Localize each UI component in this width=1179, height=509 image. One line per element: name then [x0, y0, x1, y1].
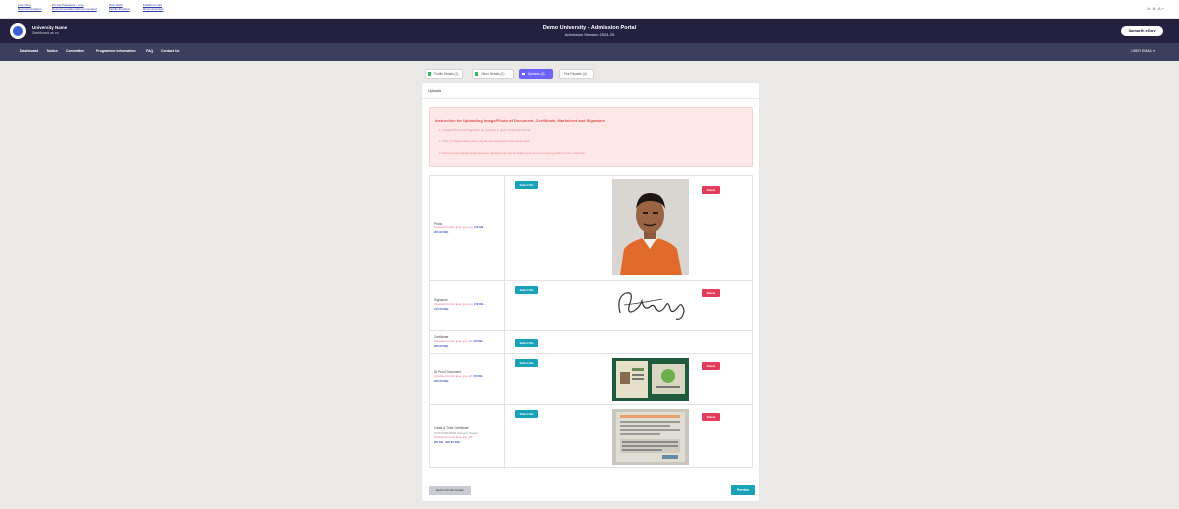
portal-title: Demo University - Admission Portal: [542, 25, 637, 31]
upload-requirement: Accepted format: jpeg, jpg, pdf. (50 KB …: [434, 374, 485, 378]
tab-fee-payable[interactable]: Fee Payable (4): [559, 69, 594, 79]
uploads-card: Uploads Instruction for Uploading Image/…: [421, 82, 760, 502]
portal-header: University Name Dashboard as on Demo Uni…: [0, 19, 1179, 43]
nav-programme-information[interactable]: Programme Information: [96, 49, 136, 53]
preview-button[interactable]: Preview: [731, 485, 755, 495]
uploads-table: Photo Accepted format: jpeg, jpg, png. (…: [429, 175, 753, 469]
check-icon: [475, 72, 478, 76]
tab-uploads[interactable]: Uploads (3): [519, 69, 553, 79]
check-icon: [522, 73, 525, 75]
select-file-button[interactable]: Select File: [515, 339, 538, 347]
upload-requirement: Accepted format: jpeg, jpg, png. (20 KB …: [434, 302, 485, 306]
delete-button[interactable]: Delete: [702, 186, 720, 194]
brand-logo: Samarth eGov: [1121, 26, 1163, 36]
upload-instructions: Instruction for Uploading Image/Photo of…: [429, 107, 753, 167]
delete-button[interactable]: Delete: [702, 413, 720, 421]
delete-button[interactable]: Delete: [702, 289, 720, 297]
font-size-controls[interactable]: A A A+: [1147, 6, 1165, 11]
select-file-button[interactable]: Select File: [515, 359, 538, 367]
upload-row-signature: Signature Accepted format: jpeg, jpg, pn…: [430, 281, 752, 331]
top-link-3[interactable]: Raw Helpl Mobile Enabled: [109, 3, 130, 11]
tab-profile-details[interactable]: Profile Details (1): [425, 69, 463, 79]
upload-row-caste-certificate: Caste & Tribe Certificate SC/ST/OBC/EWS …: [430, 405, 752, 469]
top-link-4[interactable]: Fastforms info Recommended: [143, 3, 163, 11]
top-link-2[interactable]: Set My Password - Live Recommendation Re…: [52, 3, 97, 11]
nav-dashboard[interactable]: Dashboard: [20, 49, 38, 53]
upload-requirement: Accepted format: jpeg, jpg, pdf.: [434, 435, 473, 439]
tab-other-details[interactable]: Other Details (2): [472, 69, 514, 79]
top-utility-bar: Live Chat Recommendation Set My Password…: [0, 0, 1179, 19]
select-file-button[interactable]: Select File: [515, 286, 538, 294]
photo-preview: [612, 179, 689, 275]
upload-requirement: Accepted format: jpeg, jpg, png. (50 KB …: [434, 225, 485, 229]
back-to-profile-button[interactable]: Back to Profile Details: [429, 486, 471, 495]
upload-label: Caste & Tribe Certificate: [434, 426, 469, 430]
instruction-item: 1. Upload Photo and Signature as require…: [439, 128, 532, 132]
caste-certificate-preview: [612, 409, 689, 465]
upload-row-id-proof: ID Proof Document Accepted format: jpeg,…: [430, 354, 752, 405]
card-title: Uploads: [422, 83, 759, 99]
select-file-button[interactable]: Select File: [515, 410, 538, 418]
nav-faq[interactable]: FAQ: [146, 49, 153, 53]
main-nav: Dashboard Notice Committee Programme Inf…: [0, 43, 1179, 61]
instruction-item: 3. Documents/marksheets/certificates upl…: [439, 151, 587, 155]
select-file-button[interactable]: Select File: [515, 181, 538, 189]
nav-contact-us[interactable]: Contact Us: [161, 49, 179, 53]
nav-notice[interactable]: Notice: [47, 49, 58, 53]
upload-row-certificate: Certificate Accepted format: jpeg, jpg, …: [430, 331, 752, 354]
portal-subtitle: Admission Session 2024-25: [564, 32, 615, 37]
signature-preview: [612, 285, 690, 325]
nav-committee[interactable]: Committee: [66, 49, 84, 53]
instructions-title: Instruction for Uploading Image/Photo of…: [435, 118, 606, 123]
upload-row-photo: Photo Accepted format: jpeg, jpg, png. (…: [430, 176, 752, 281]
check-icon: [428, 72, 431, 76]
id-proof-preview: [612, 358, 689, 401]
instruction-item: 2. Size of images/documents should not e…: [439, 139, 530, 143]
user-menu[interactable]: USER EMAIL ▾: [1131, 49, 1155, 53]
top-link-1[interactable]: Live Chat Recommendation: [18, 3, 42, 11]
upload-requirement: Accepted format: jpeg, jpg, pdf. (50 KB …: [434, 339, 485, 343]
delete-button[interactable]: Delete: [702, 362, 720, 370]
